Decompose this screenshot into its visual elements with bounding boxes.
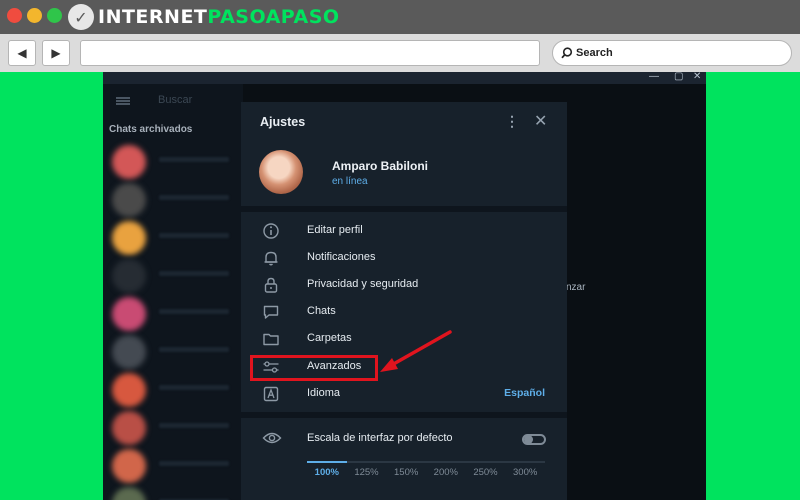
chat-list-panel: Buscar Chats archivados [103, 84, 243, 500]
chat-bubble-icon [263, 305, 279, 319]
scale-option[interactable]: 100% [307, 467, 347, 478]
scale-option[interactable]: 125% [347, 467, 387, 478]
close-window-button[interactable] [7, 8, 22, 23]
menu-item-notifications[interactable]: Notificaciones [241, 244, 567, 271]
interface-scale-label: Escala de interfaz por defecto [307, 432, 453, 444]
search-label: Search [576, 47, 613, 59]
menu-icon[interactable] [116, 97, 130, 105]
user-status: en línea [332, 176, 368, 187]
menu-item-language[interactable]: Idioma Español [241, 380, 567, 407]
arrow-right-icon: ▶ [51, 46, 61, 60]
forward-button[interactable]: ▶ [42, 40, 70, 66]
menu-item-label: Privacidad y seguridad [307, 278, 419, 290]
chat-preview-text [159, 271, 229, 276]
chat-avatar [112, 487, 146, 500]
menu-item-edit-profile[interactable]: Editar perfil [241, 217, 567, 244]
chat-list-item[interactable] [109, 370, 239, 408]
lock-icon [264, 277, 278, 293]
site-logo[interactable]: ✓ INTERNET PASOAPASO [68, 4, 340, 30]
chat-preview-text [159, 423, 229, 428]
folder-icon [263, 333, 279, 346]
menu-item-privacy-security[interactable]: Privacidad y seguridad [241, 271, 567, 298]
archived-chats-label[interactable]: Chats archivados [109, 124, 192, 135]
default-scale-toggle[interactable] [522, 434, 546, 445]
close-icon[interactable]: ✕ [693, 72, 701, 82]
more-vertical-icon[interactable]: ⋮ [505, 113, 519, 130]
advanced-highlight-box [250, 355, 378, 381]
dialog-title: Ajustes [260, 115, 306, 129]
chat-preview-text [159, 309, 229, 314]
search-icon [561, 47, 573, 59]
avatar[interactable] [259, 150, 303, 194]
user-name: Amparo Babiloni [332, 159, 429, 173]
language-icon [263, 386, 279, 402]
chat-preview-text [159, 461, 229, 466]
checkmark-logo-icon: ✓ [68, 4, 94, 30]
chat-preview-text [159, 157, 229, 162]
settings-dialog: Ajustes ⋮ ✕ Amparo Babiloni en línea Edi… [241, 102, 567, 500]
chat-avatar [112, 221, 146, 255]
minimize-window-button[interactable] [27, 8, 42, 23]
background-text: nzar [566, 282, 586, 293]
brand-name-first: INTERNET [98, 6, 208, 28]
chat-avatar [112, 411, 146, 445]
chat-list-item[interactable] [109, 446, 239, 484]
chat-avatar [112, 297, 146, 331]
menu-item-label: Chats [307, 305, 336, 317]
menu-item-chats[interactable]: Chats [241, 298, 567, 325]
scale-option[interactable]: 250% [466, 467, 506, 478]
chat-preview-text [159, 385, 229, 390]
maximize-window-button[interactable] [47, 8, 62, 23]
scale-slider[interactable] [307, 461, 545, 463]
browser-search-box[interactable]: Search [552, 40, 792, 66]
chat-preview-text [159, 233, 229, 238]
browser-titlebar: ✓ INTERNET PASOAPASO [0, 0, 800, 34]
chat-preview-text [159, 195, 229, 200]
bell-icon [264, 251, 278, 266]
scale-option[interactable]: 150% [386, 467, 426, 478]
menu-item-label: Carpetas [307, 332, 352, 344]
chat-list-item[interactable] [109, 294, 239, 332]
browser-toolbar: ◀ ▶ Search [0, 34, 800, 72]
close-icon[interactable]: ✕ [534, 111, 547, 131]
eye-icon [262, 432, 282, 444]
chat-preview-text [159, 347, 229, 352]
menu-item-label: Idioma [307, 387, 341, 399]
chat-list-item[interactable] [109, 256, 239, 294]
back-button[interactable]: ◀ [8, 40, 36, 66]
arrow-left-icon: ◀ [17, 46, 27, 60]
divider [241, 206, 567, 212]
red-arrow-icon [380, 330, 452, 372]
toggle-knob [524, 435, 533, 444]
chat-list-item[interactable] [109, 218, 239, 256]
menu-item-label: Editar perfil [307, 224, 363, 236]
menu-item-label: Notificaciones [307, 251, 376, 263]
scale-option[interactable]: 300% [505, 467, 545, 478]
chat-search-input[interactable]: Buscar [158, 94, 192, 106]
chat-list-item[interactable] [109, 332, 239, 370]
minimize-icon[interactable]: — [649, 72, 659, 82]
divider [241, 412, 567, 418]
chat-list-item[interactable] [109, 142, 239, 180]
chat-avatar [112, 259, 146, 293]
chat-list-item[interactable] [109, 484, 239, 500]
info-icon [263, 223, 279, 239]
telegram-titlebar: — ▢ ✕ [103, 72, 706, 84]
brand-name-second: PASOAPASO [207, 6, 340, 28]
language-value: Español [504, 387, 545, 399]
chat-avatar [112, 335, 146, 369]
scale-option[interactable]: 200% [426, 467, 466, 478]
address-bar[interactable] [80, 40, 540, 66]
chat-avatar [112, 373, 146, 407]
chat-list-item[interactable] [109, 408, 239, 446]
chat-avatar [112, 449, 146, 483]
maximize-icon[interactable]: ▢ [674, 72, 683, 82]
scale-slider-fill [307, 461, 347, 463]
chat-list-item[interactable] [109, 180, 239, 218]
chat-avatar [112, 145, 146, 179]
chat-avatar [112, 183, 146, 217]
